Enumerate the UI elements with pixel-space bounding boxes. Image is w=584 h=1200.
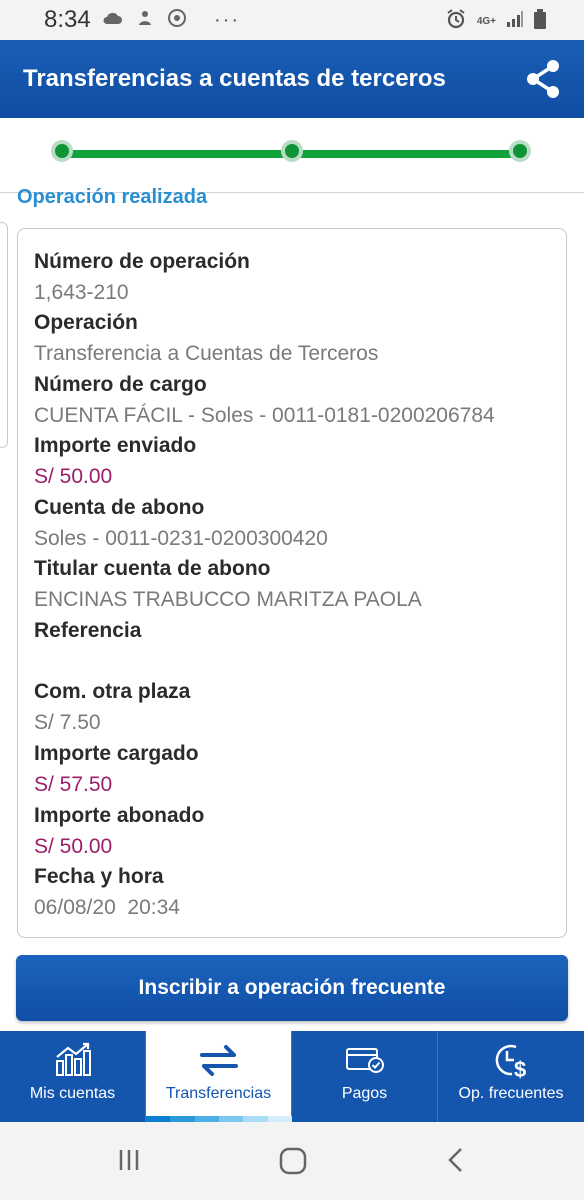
step-2-dot <box>285 144 299 158</box>
detail-value-datetime: 06/08/20 20:34 <box>34 896 180 919</box>
alarm-icon <box>445 8 467 35</box>
detail-label: Número de cargo <box>34 373 207 396</box>
status-icons-left: ··· <box>102 9 240 32</box>
nav-label: Op. frecuentes <box>458 1085 564 1102</box>
bottom-nav: Mis cuentas Transferencias Pagos $ Op. f… <box>0 1031 584 1122</box>
system-nav-bar <box>0 1122 584 1200</box>
signal-icon <box>506 10 524 33</box>
page-title: Transferencias a cuentas de terceros <box>23 65 446 92</box>
chrome-icon <box>168 9 186 32</box>
detail-label: Importe abonado <box>34 804 205 827</box>
app-header: Transferencias a cuentas de terceros <box>0 40 584 118</box>
upload-icon <box>136 9 154 32</box>
add-frequent-operation-button[interactable]: Inscribir a operación frecuente <box>16 955 568 1021</box>
detail-value: 1,643-210 <box>34 281 129 304</box>
home-icon[interactable] <box>278 1146 308 1181</box>
detail-label: Titular cuenta de abono <box>34 557 271 580</box>
detail-value: CUENTA FÁCIL - Soles - 0011-0181-0200206… <box>34 404 495 427</box>
detail-value: Soles - 0011-0231-0200300420 <box>34 527 328 550</box>
recents-icon[interactable] <box>116 1146 144 1179</box>
detail-value-amount: S/ 50.00 <box>34 465 113 488</box>
section-title: Operación realizada <box>17 186 208 208</box>
step-1-dot <box>55 144 69 158</box>
detail-value-amount: S/ 57.50 <box>34 773 113 796</box>
transfer-arrows-icon <box>198 1041 240 1084</box>
progress-stepper <box>0 118 584 193</box>
status-time: 8:34 <box>44 6 91 33</box>
operation-details-card: Número de operación 1,643-210 Operación … <box>17 228 567 938</box>
detail-label: Importe enviado <box>34 434 197 457</box>
clock-dollar-icon: $ <box>490 1041 532 1086</box>
detail-label: Referencia <box>34 619 142 642</box>
share-icon[interactable] <box>522 58 564 105</box>
status-dots: ··· <box>214 9 240 31</box>
detail-label: Operación <box>34 311 138 334</box>
detail-value: ENCINAS TRABUCCO MARITZA PAOLA <box>34 588 422 611</box>
detail-value-amount: S/ 50.00 <box>34 835 113 858</box>
nav-label: Transferencias <box>165 1085 272 1102</box>
back-icon[interactable] <box>442 1146 470 1179</box>
svg-text:$: $ <box>514 1057 526 1081</box>
previous-card-edge <box>0 222 8 448</box>
nav-item-op-frecuentes[interactable]: $ Op. frecuentes <box>438 1031 584 1122</box>
cloud-icon <box>102 11 122 30</box>
battery-icon <box>534 9 546 34</box>
status-icons-right: 4G+ <box>445 8 546 35</box>
detail-label: Número de operación <box>34 250 250 273</box>
detail-label: Cuenta de abono <box>34 496 205 519</box>
nav-item-mis-cuentas[interactable]: Mis cuentas <box>0 1031 146 1122</box>
detail-value: Transferencia a Cuentas de Terceros <box>34 342 379 365</box>
detail-label: Importe cargado <box>34 742 199 765</box>
nav-label: Pagos <box>341 1085 388 1102</box>
card-check-icon <box>344 1041 386 1084</box>
nav-label: Mis cuentas <box>29 1085 116 1102</box>
chart-icon <box>54 1041 92 1084</box>
step-3-dot <box>513 144 527 158</box>
detail-value: S/ 7.50 <box>34 711 101 734</box>
network-label: 4G+ <box>476 15 496 27</box>
nav-item-pagos[interactable]: Pagos <box>292 1031 438 1122</box>
detail-label: Fecha y hora <box>34 865 164 888</box>
nav-item-transferencias[interactable]: Transferencias <box>146 1031 292 1122</box>
detail-label: Com. otra plaza <box>34 680 191 703</box>
status-bar: 8:34 ··· 4G+ <box>0 0 584 40</box>
